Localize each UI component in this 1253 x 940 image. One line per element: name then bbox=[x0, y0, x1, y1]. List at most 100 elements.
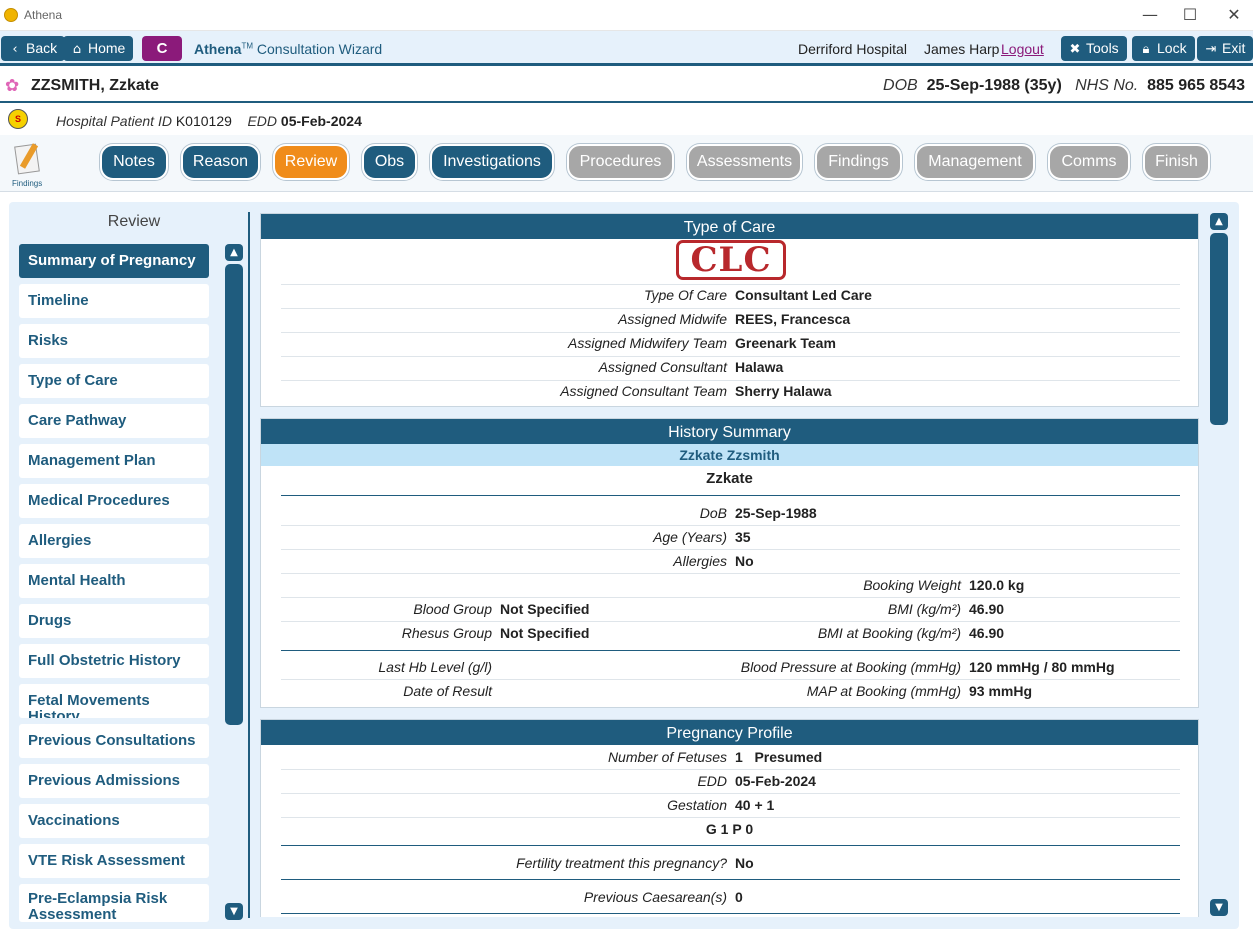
step-procedures[interactable]: Procedures bbox=[567, 144, 674, 180]
nav-item-previous-admissions[interactable]: Previous Admissions bbox=[19, 764, 209, 798]
review-nav-title: Review bbox=[107, 213, 161, 230]
findings-icon-label: Findings bbox=[12, 179, 43, 188]
allergies-row: Allergies bbox=[261, 549, 727, 573]
nav-item-previous-consultations[interactable]: Previous Consultations bbox=[19, 724, 209, 758]
patient-dob-nhs: DOB 25-Sep-1988 (35y) NHS No. 885 965 85… bbox=[883, 77, 1245, 95]
nav-item-pre-eclampsia-risk-assessment[interactable]: Pre-Eclampsia Risk Assessment bbox=[19, 884, 209, 922]
consultation-badge-button[interactable]: C bbox=[142, 36, 182, 61]
nav-item-risks[interactable]: Risks bbox=[19, 324, 209, 358]
nav-item-vte-risk-assessment[interactable]: VTE Risk Assessment bbox=[19, 844, 209, 878]
back-button[interactable]: ‹ Back bbox=[1, 36, 66, 61]
nav-item-full-obstetric-history[interactable]: Full Obstetric History bbox=[19, 644, 209, 678]
field-value: Consultant Led Care bbox=[735, 287, 872, 303]
app-trademark: TM bbox=[241, 41, 254, 51]
nav-scrollbar[interactable]: ▲ ▼ bbox=[225, 244, 243, 920]
nav-item-drugs[interactable]: Drugs bbox=[19, 604, 209, 638]
nav-item-timeline[interactable]: Timeline bbox=[19, 284, 209, 318]
patient-name: ZZSMITH, Zzkate bbox=[31, 77, 160, 94]
step-reason[interactable]: Reason bbox=[181, 144, 260, 180]
step-finish[interactable]: Finish bbox=[1143, 144, 1210, 180]
tools-button[interactable]: ✖ Tools bbox=[1061, 36, 1127, 61]
field-label: Assigned Consultant Team bbox=[560, 383, 727, 399]
assigned-consultant-row: Assigned Consultant bbox=[261, 355, 727, 379]
assigned-consultant-team-row: Assigned Consultant Team bbox=[261, 379, 727, 403]
field-label: Assigned Consultant bbox=[598, 359, 727, 375]
nav-scroll-thumb[interactable] bbox=[225, 264, 243, 725]
blood-pressure-row: Blood Pressure at Booking (mmHg) bbox=[261, 655, 961, 679]
step-findings[interactable]: Findings bbox=[815, 144, 902, 180]
pane-divider bbox=[248, 212, 250, 918]
bmi-row: BMI (kg/m²) bbox=[261, 597, 961, 621]
field-label: EDD bbox=[697, 773, 727, 789]
field-value: No bbox=[735, 553, 754, 569]
edd-label: EDD bbox=[247, 113, 278, 129]
field-label: Number of Fetuses bbox=[607, 749, 727, 765]
nav-item-medical-procedures[interactable]: Medical Procedures bbox=[19, 484, 209, 518]
tools-label: Tools bbox=[1086, 40, 1119, 56]
step-investigations[interactable]: Investigations bbox=[430, 144, 554, 180]
section-divider bbox=[281, 650, 1180, 651]
nav-item-summary-of-pregnancy[interactable]: Summary of Pregnancy bbox=[19, 244, 209, 278]
safeguarding-icon[interactable]: S bbox=[8, 109, 28, 129]
nav-scroll-up-arrow-icon[interactable]: ▲ bbox=[225, 244, 243, 261]
back-label: Back bbox=[26, 40, 58, 56]
patient-first-name: Zzkate bbox=[706, 470, 753, 487]
field-label: MAP at Booking (mmHg) bbox=[806, 683, 961, 699]
patient-banner: ✿ ZZSMITH, Zzkate DOB 25-Sep-1988 (35y) … bbox=[0, 69, 1253, 103]
flower-icon: ✿ bbox=[5, 76, 20, 96]
minimize-button[interactable]: — bbox=[1130, 4, 1170, 26]
field-label: Allergies bbox=[673, 553, 727, 569]
close-window-button[interactable]: ✕ bbox=[1214, 4, 1253, 26]
user-name: James Harp bbox=[924, 41, 1000, 57]
fertility-row: Fertility treatment this pregnancy? bbox=[261, 851, 727, 875]
step-assessments[interactable]: Assessments bbox=[687, 144, 802, 180]
step-notes[interactable]: Notes bbox=[100, 144, 168, 180]
field-label: BMI at Booking (kg/m²) bbox=[817, 625, 961, 641]
field-value: 120.0 kg bbox=[969, 577, 1025, 593]
content-scroll-up-arrow-icon[interactable]: ▲ bbox=[1210, 213, 1228, 230]
field-value: Sherry Halawa bbox=[735, 383, 832, 399]
nav-scroll-down-arrow-icon[interactable]: ▼ bbox=[225, 903, 243, 920]
nhs-value: 885 965 8543 bbox=[1147, 77, 1245, 94]
content-scroll-down-arrow-icon[interactable]: ▼ bbox=[1210, 899, 1228, 916]
map-row: MAP at Booking (mmHg) bbox=[261, 679, 961, 703]
content-scrollbar[interactable]: ▲ ▼ bbox=[1210, 213, 1228, 916]
field-value: 35 bbox=[735, 529, 751, 545]
tools-icon: ✖ bbox=[1069, 42, 1081, 57]
step-obs[interactable]: Obs bbox=[362, 144, 417, 180]
nav-item-fetal-movements-history[interactable]: Fetal Movements History bbox=[19, 684, 209, 718]
field-value: Greenark Team bbox=[735, 335, 836, 351]
history-summary-heading: History Summary bbox=[261, 419, 1198, 444]
hospital-id-value: K010129 bbox=[175, 113, 232, 129]
field-value: 40 + 1 bbox=[735, 797, 775, 813]
field-label: Age (Years) bbox=[653, 529, 727, 545]
section-divider bbox=[281, 879, 1180, 880]
window-title: Athena bbox=[24, 8, 63, 22]
type-of-care-row: Type Of Care bbox=[261, 283, 727, 307]
field-value: Halawa bbox=[735, 359, 784, 375]
nav-item-type-of-care[interactable]: Type of Care bbox=[19, 364, 209, 398]
lock-button[interactable]: 🔒︎ Lock bbox=[1132, 36, 1195, 61]
findings-notepad-icon[interactable]: Findings bbox=[12, 143, 48, 188]
app-name: Athena bbox=[194, 41, 242, 57]
edd-value: 05-Feb-2024 bbox=[280, 113, 362, 129]
step-review[interactable]: Review bbox=[273, 144, 349, 180]
content-scroll-thumb[interactable] bbox=[1210, 233, 1228, 425]
patient-ids: Hospital Patient ID K010129 EDD 05-Feb-2… bbox=[56, 113, 362, 129]
history-summary-panel: History Summary Zzkate Zzsmith Zzkate Do… bbox=[260, 418, 1199, 708]
step-management[interactable]: Management bbox=[915, 144, 1035, 180]
hospital-name: Derriford Hospital bbox=[798, 41, 907, 57]
logout-link[interactable]: Logout bbox=[1001, 41, 1044, 57]
nav-item-vaccinations[interactable]: Vaccinations bbox=[19, 804, 209, 838]
clc-stamp: CLC bbox=[676, 240, 786, 280]
nav-item-allergies[interactable]: Allergies bbox=[19, 524, 209, 558]
nav-item-mental-health[interactable]: Mental Health bbox=[19, 564, 209, 598]
maximize-button[interactable]: ☐ bbox=[1170, 4, 1210, 26]
field-value: 120 mmHg / 80 mmHg bbox=[969, 659, 1115, 675]
exit-button[interactable]: ⇥ Exit bbox=[1197, 36, 1253, 61]
step-comms[interactable]: Comms bbox=[1048, 144, 1130, 180]
nav-item-care-pathway[interactable]: Care Pathway bbox=[19, 404, 209, 438]
home-button[interactable]: ⌂ Home bbox=[63, 36, 134, 61]
exit-icon: ⇥ bbox=[1205, 42, 1217, 57]
nav-item-management-plan[interactable]: Management Plan bbox=[19, 444, 209, 478]
